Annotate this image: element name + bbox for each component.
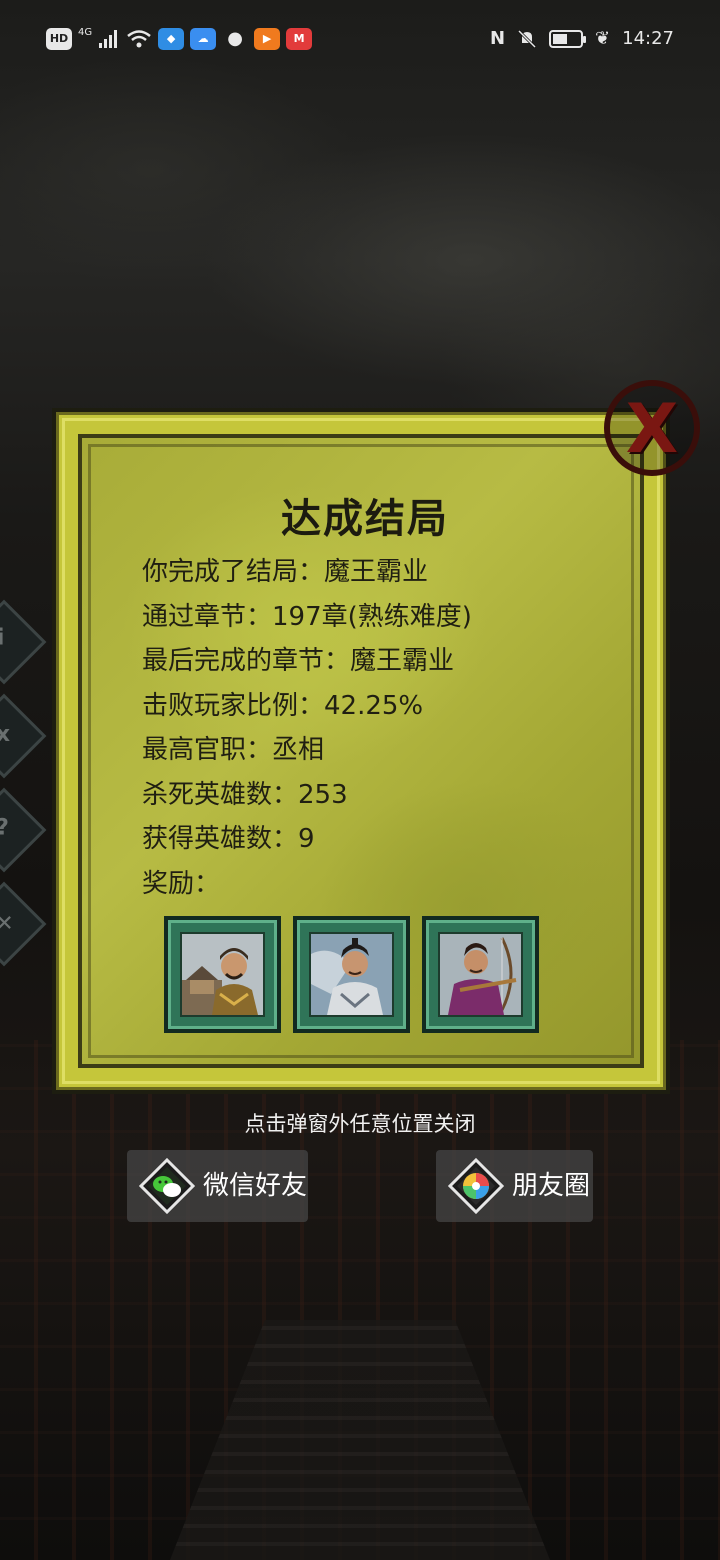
- ending-info-list: 你完成了结局：魔王霸业 通过章节：197章(熟练难度) 最后完成的章节：魔王霸业…: [142, 550, 472, 906]
- bank-app-icon: M: [286, 28, 313, 50]
- cloud-app-icon: ☁: [190, 28, 217, 50]
- video-app-icon: ▶: [254, 28, 281, 50]
- info-row-highest-rank: 最高官职：丞相: [142, 735, 325, 765]
- info-row-chapters: 通过章节：197章(熟练难度): [142, 601, 472, 632]
- info-icon: i: [0, 625, 5, 651]
- share-moments-label: 朋友圈: [512, 1171, 591, 1201]
- status-right: N ❦ 14:27: [490, 28, 674, 49]
- status-left: HD 4G ◆ ☁ ● ▶ M: [46, 26, 313, 50]
- wechat-icon: [139, 1158, 195, 1214]
- shield-app-icon: ◆: [158, 28, 185, 50]
- mute-bell-icon: [517, 29, 537, 48]
- info-row-beat-ratio: 击败玩家比例：42.25%: [142, 690, 424, 721]
- status-time: 14:27: [622, 28, 674, 49]
- info-row-rewards: 奖励：: [142, 868, 221, 899]
- close-hint: 点击弹窗外任意位置关闭: [244, 1112, 476, 1136]
- moments-icon: [448, 1158, 504, 1214]
- signal-icon: [99, 30, 118, 48]
- info-row-heroes-obtained: 获得英雄数：9: [142, 824, 315, 854]
- nfc-icon: N: [489, 28, 506, 49]
- reward-card-2[interactable]: [293, 916, 410, 1033]
- help-icon: ?: [0, 815, 9, 841]
- battery-icon: [549, 29, 587, 48]
- dialog-title: 达成结局: [281, 495, 449, 542]
- network-type-label: 4G: [78, 26, 93, 38]
- status-bar: HD 4G ◆ ☁ ● ▶ M N ❦ 14:27: [0, 0, 720, 80]
- share-moments-button[interactable]: 朋友圈: [436, 1150, 593, 1222]
- ending-dialog: 达成结局 你完成了结局：魔王霸业 通过章节：197章(熟练难度) 最后完成的章节…: [52, 408, 670, 1094]
- hero-portrait-2: [309, 932, 394, 1017]
- chat-app-icon: ●: [227, 28, 243, 49]
- close-icon: X: [625, 390, 679, 469]
- leaf-icon: ❦: [595, 28, 611, 49]
- dialog-parchment: 达成结局 你完成了结局：魔王霸业 通过章节：197章(熟练难度) 最后完成的章节…: [78, 434, 644, 1068]
- reward-card-3[interactable]: [422, 916, 539, 1033]
- share-wechat-label: 微信好友: [203, 1171, 308, 1201]
- info-row-last-chapter: 最后完成的章节：魔王霸业: [142, 646, 455, 676]
- speed-icon: x: [0, 721, 11, 747]
- tools-icon: ✕: [0, 911, 14, 937]
- close-button[interactable]: X: [604, 380, 700, 476]
- reward-card-1[interactable]: [164, 916, 281, 1033]
- hero-portrait-1: [180, 932, 265, 1017]
- info-row-heroes-killed: 杀死英雄数：253: [142, 779, 348, 810]
- hd-badge: HD: [46, 28, 72, 50]
- hero-portrait-3: [438, 932, 523, 1017]
- wifi-icon: [127, 30, 151, 48]
- share-wechat-button[interactable]: 微信好友: [127, 1150, 308, 1222]
- info-row-ending: 你完成了结局：魔王霸业: [142, 557, 429, 587]
- reward-list: [164, 916, 539, 1033]
